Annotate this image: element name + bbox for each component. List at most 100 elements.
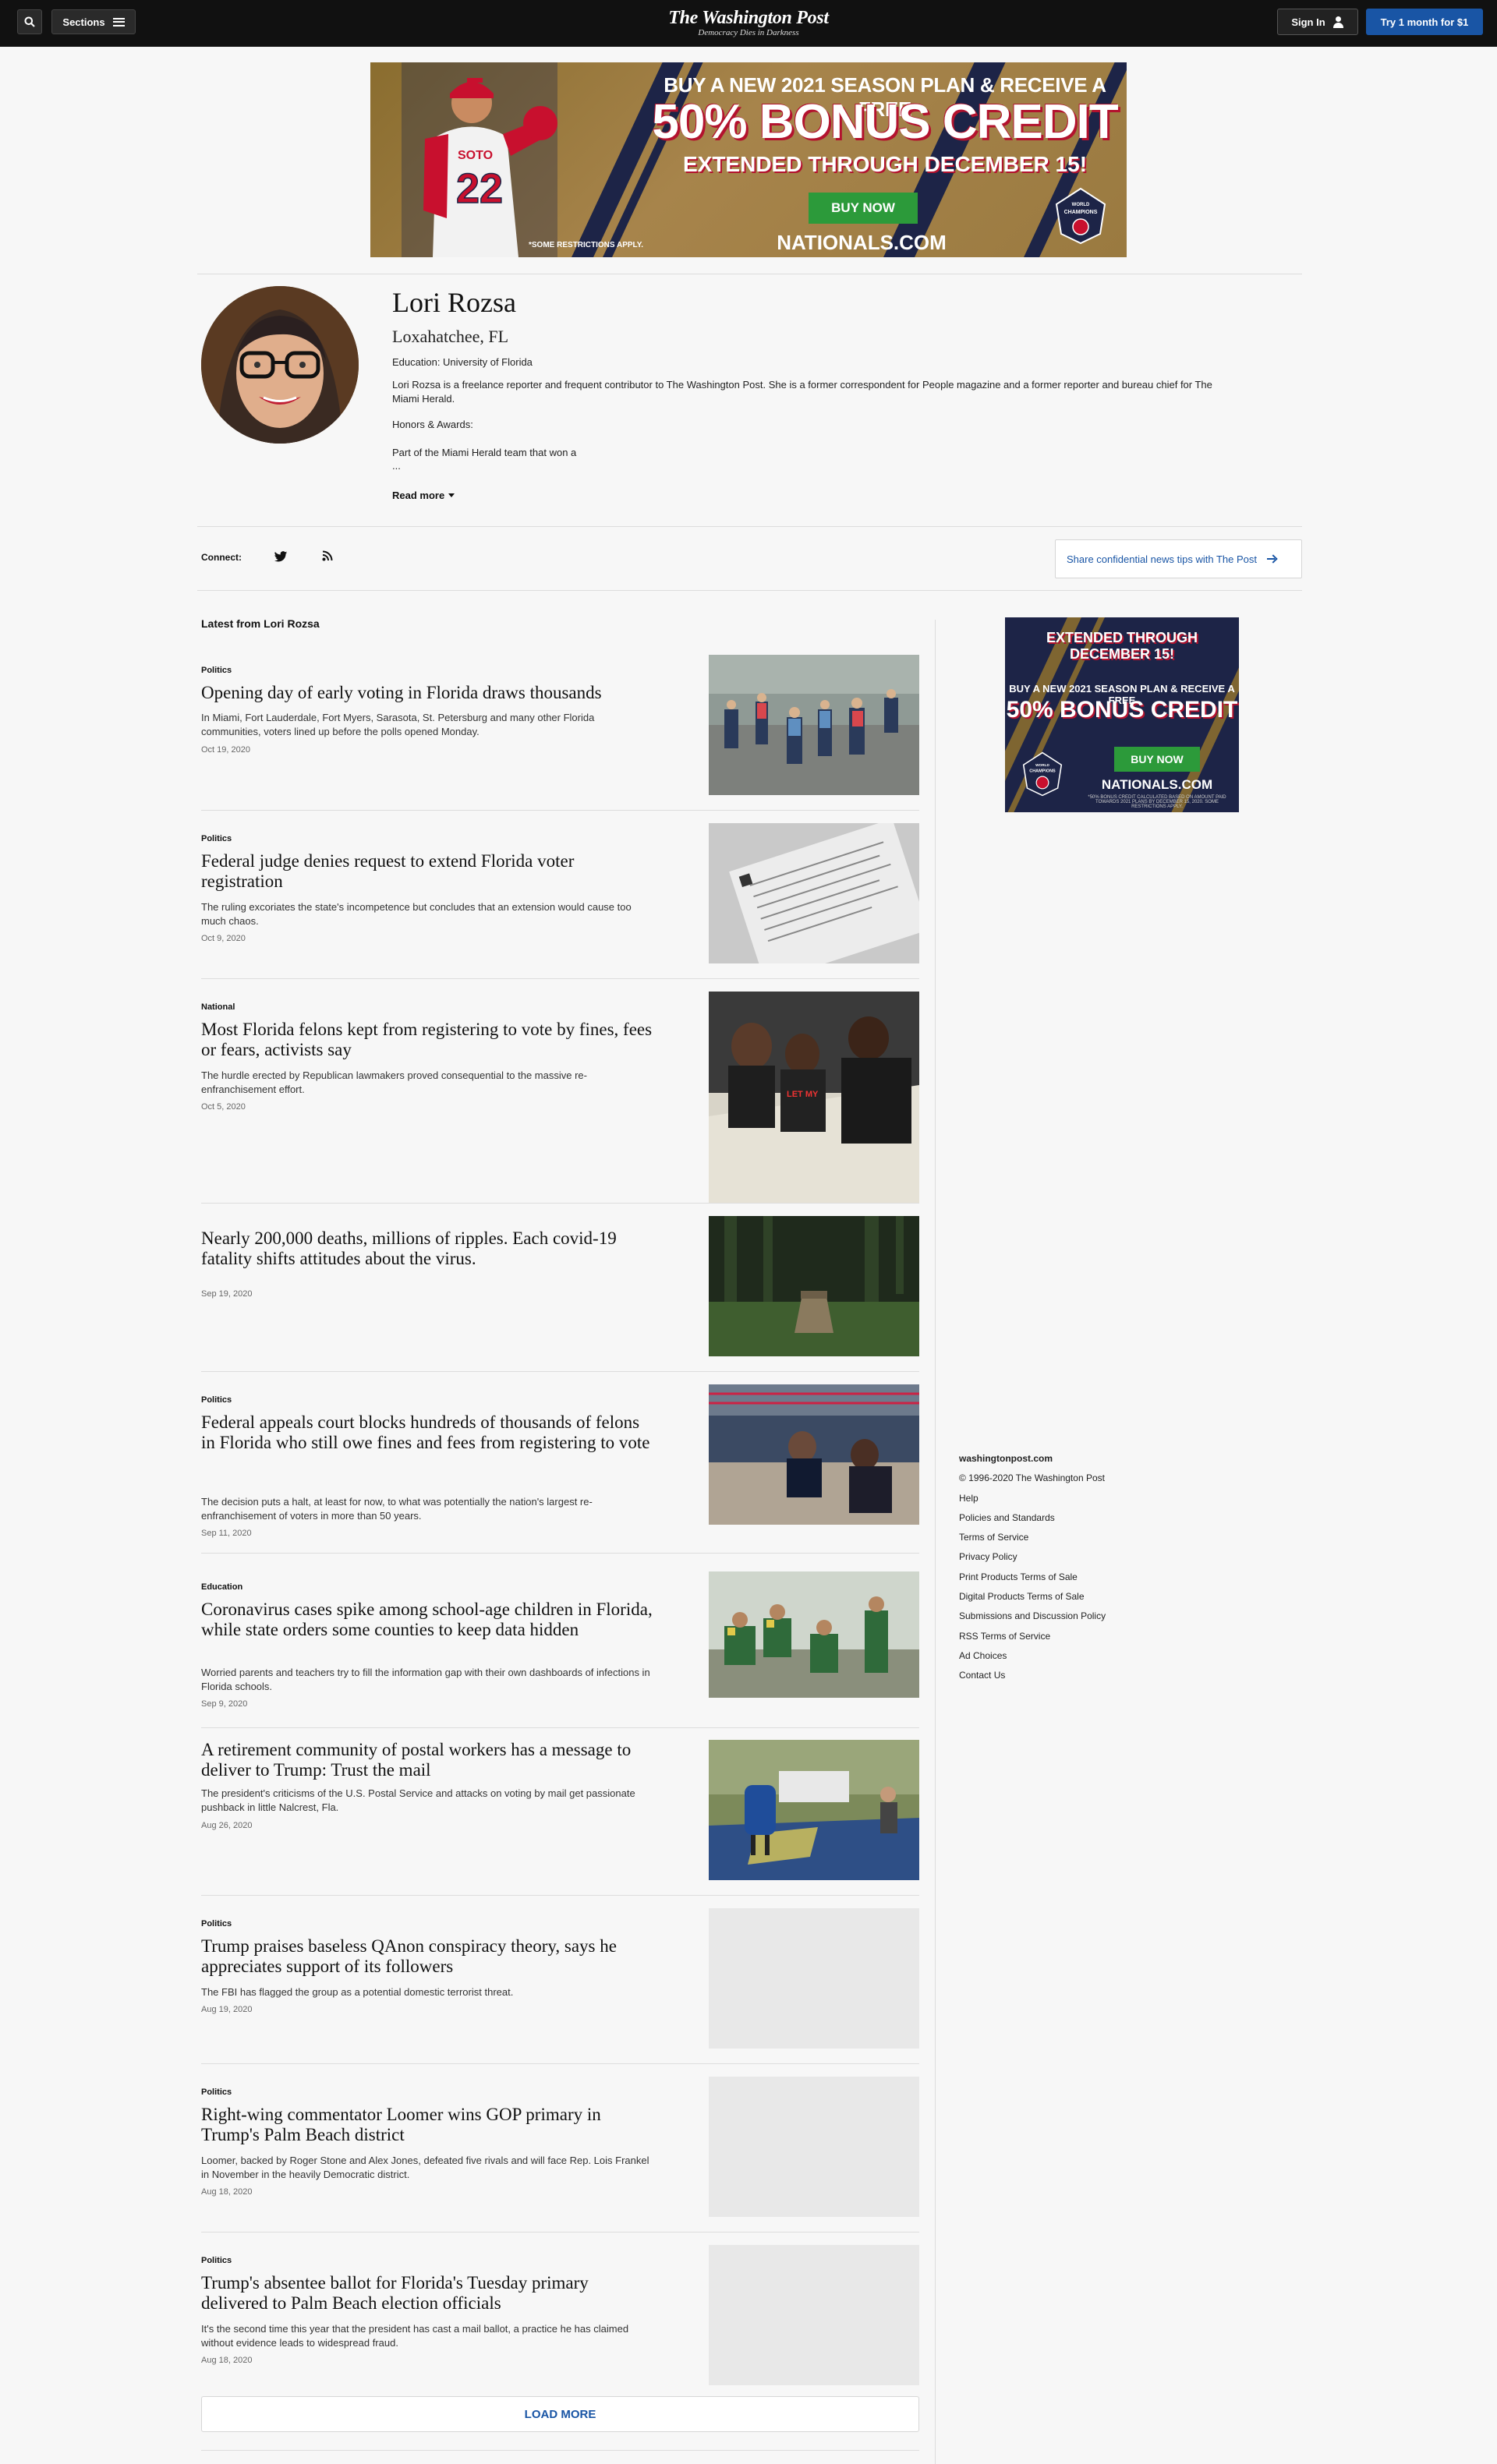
article-kicker[interactable]: National bbox=[201, 1002, 235, 1012]
read-more-button[interactable]: Read more bbox=[392, 490, 455, 501]
arrow-right-icon bbox=[1266, 553, 1277, 564]
author-bio: Lori Rozsa is a freelance reporter and f… bbox=[392, 379, 1212, 405]
article-thumbnail[interactable] bbox=[709, 823, 919, 963]
leaderboard-ad[interactable]: 22 SOTO BUY A NEW 2021 SEASON PLAN & REC… bbox=[370, 62, 1127, 257]
footer-link-digital-terms[interactable]: Digital Products Terms of Sale bbox=[959, 1587, 1193, 1607]
search-button[interactable] bbox=[17, 9, 42, 34]
world-champions-badge-icon: WORLD CHAMPIONS bbox=[1055, 187, 1106, 245]
article-date: Oct 9, 2020 bbox=[201, 934, 246, 943]
column-divider bbox=[935, 620, 936, 2464]
article-headline[interactable]: Nearly 200,000 deaths, millions of rippl… bbox=[201, 1228, 653, 1269]
ad-side-buy-now-button[interactable]: BUY NOW bbox=[1114, 747, 1200, 772]
article-item: Politics Federal appeals court blocks hu… bbox=[201, 1384, 919, 1554]
article-date: Aug 18, 2020 bbox=[201, 2187, 253, 2197]
author-name: Lori Rozsa bbox=[392, 287, 516, 318]
connect-label: Connect: bbox=[201, 552, 242, 563]
ad-side-line-3: 50% BONUS CREDIT bbox=[1006, 697, 1238, 723]
ad-side-url: NATIONALS.COM bbox=[1101, 777, 1213, 792]
article-kicker[interactable]: Politics bbox=[201, 2256, 232, 2265]
article-blurb: The hurdle erected by Republican lawmake… bbox=[201, 1069, 587, 1095]
tips-label: Share confidential news tips with The Po… bbox=[1067, 553, 1258, 565]
baseball-player-image: 22 SOTO bbox=[402, 62, 557, 257]
article-item: Politics Opening day of early voting in … bbox=[201, 655, 919, 811]
footer: washingtonpost.com © 1996-2020 The Washi… bbox=[959, 1449, 1193, 1686]
article-headline[interactable]: Trump's absentee ballot for Florida's Tu… bbox=[201, 2273, 653, 2314]
sign-in-button[interactable]: Sign In bbox=[1277, 9, 1358, 35]
article-date: Sep 19, 2020 bbox=[201, 1289, 253, 1299]
subscribe-button[interactable]: Try 1 month for $1 bbox=[1366, 9, 1483, 35]
article-blurb: Worried parents and teachers try to fill… bbox=[201, 1667, 650, 1692]
sidebar-ad[interactable]: EXTENDED THROUGH DECEMBER 15! BUY A NEW 2… bbox=[1005, 617, 1239, 812]
article-item: Nearly 200,000 deaths, millions of rippl… bbox=[201, 1216, 919, 1372]
article-item: Politics Federal judge denies request to… bbox=[201, 823, 919, 979]
footer-link-terms[interactable]: Terms of Service bbox=[959, 1528, 1193, 1547]
svg-text:CHAMPIONS: CHAMPIONS bbox=[1029, 769, 1056, 774]
article-date: Sep 9, 2020 bbox=[201, 1699, 248, 1709]
logo-text: The Washington Post bbox=[668, 8, 829, 28]
article-thumbnail[interactable] bbox=[709, 1216, 919, 1356]
ad-headline-2: 50% BONUS CREDIT bbox=[652, 95, 1118, 149]
article-thumbnail[interactable]: LET MY bbox=[709, 992, 919, 1204]
share-news-tips-button[interactable]: Share confidential news tips with The Po… bbox=[1055, 539, 1302, 578]
article-kicker[interactable]: Education bbox=[201, 1582, 242, 1592]
hamburger-icon bbox=[112, 17, 125, 27]
load-more-button[interactable]: LOAD MORE bbox=[201, 2396, 919, 2432]
ad-buy-now-button[interactable]: BUY NOW bbox=[809, 193, 918, 224]
ad-restrictions: *SOME RESTRICTIONS APPLY. bbox=[529, 241, 644, 249]
article-item: Politics Trump's absentee ballot for Flo… bbox=[201, 2245, 919, 2385]
article-headline[interactable]: Federal appeals court blocks hundreds of… bbox=[201, 1412, 653, 1453]
footer-link-submissions[interactable]: Submissions and Discussion Policy bbox=[959, 1607, 1193, 1626]
jersey-number: 22 bbox=[456, 165, 503, 212]
article-thumbnail[interactable] bbox=[709, 1740, 919, 1880]
masthead-logo[interactable]: The Washington Post Democracy Dies in Da… bbox=[593, 8, 904, 37]
ad-headline-3: EXTENDED THROUGH DECEMBER 15! bbox=[682, 152, 1088, 176]
article-blurb: The decision puts a halt, at least for n… bbox=[201, 1496, 593, 1522]
svg-text:WORLD: WORLD bbox=[1072, 203, 1090, 207]
article-blurb: Loomer, backed by Roger Stone and Alex J… bbox=[201, 2155, 649, 2180]
jersey-name: SOTO bbox=[458, 149, 493, 162]
sections-label: Sections bbox=[62, 16, 105, 28]
svg-text:LET MY: LET MY bbox=[787, 1090, 819, 1099]
footer-site[interactable]: washingtonpost.com bbox=[959, 1449, 1193, 1469]
article-headline[interactable]: Coronavirus cases spike among school-age… bbox=[201, 1600, 653, 1640]
footer-link-print-terms[interactable]: Print Products Terms of Sale bbox=[959, 1568, 1193, 1587]
svg-text:CHAMPIONS: CHAMPIONS bbox=[1064, 210, 1098, 215]
rss-icon[interactable] bbox=[322, 550, 333, 561]
article-blurb: The FBI has flagged the group as a poten… bbox=[201, 1986, 514, 1998]
latest-heading: Latest from Lori Rozsa bbox=[201, 617, 320, 630]
article-blurb: The ruling excoriates the state's incomp… bbox=[201, 901, 632, 927]
article-blurb: The president's criticisms of the U.S. P… bbox=[201, 1787, 635, 1813]
footer-link-contact[interactable]: Contact Us bbox=[959, 1666, 1193, 1685]
article-kicker[interactable]: Politics bbox=[201, 1919, 232, 1928]
twitter-icon[interactable] bbox=[274, 551, 288, 563]
footer-link-privacy[interactable]: Privacy Policy bbox=[959, 1547, 1193, 1567]
article-kicker[interactable]: Politics bbox=[201, 666, 232, 675]
footer-link-policies[interactable]: Policies and Standards bbox=[959, 1508, 1193, 1528]
article-headline[interactable]: Federal judge denies request to extend F… bbox=[201, 851, 653, 892]
article-headline[interactable]: Right-wing commentator Loomer wins GOP p… bbox=[201, 2105, 653, 2145]
sections-button[interactable]: Sections bbox=[51, 9, 136, 34]
svg-text:WORLD: WORLD bbox=[1035, 763, 1049, 767]
article-kicker[interactable]: Politics bbox=[201, 834, 232, 843]
article-headline[interactable]: Most Florida felons kept from registerin… bbox=[201, 1020, 653, 1060]
footer-link-help[interactable]: Help bbox=[959, 1489, 1193, 1508]
article-date: Aug 26, 2020 bbox=[201, 1821, 253, 1830]
article-kicker[interactable]: Politics bbox=[201, 1395, 232, 1405]
article-date: Sep 11, 2020 bbox=[201, 1529, 252, 1538]
article-kicker[interactable]: Politics bbox=[201, 2088, 232, 2097]
sign-in-label: Sign In bbox=[1291, 16, 1325, 28]
article-date: Aug 19, 2020 bbox=[201, 2005, 253, 2014]
article-thumbnail[interactable] bbox=[709, 1571, 919, 1698]
article-headline[interactable]: A retirement community of postal workers… bbox=[201, 1740, 653, 1780]
author-avatar bbox=[201, 286, 359, 444]
article-headline[interactable]: Trump praises baseless QAnon conspiracy … bbox=[201, 1936, 653, 1977]
article-headline[interactable]: Opening day of early voting in Florida d… bbox=[201, 683, 653, 703]
article-thumbnail[interactable] bbox=[709, 1384, 919, 1525]
footer-link-ad-choices[interactable]: Ad Choices bbox=[959, 1646, 1193, 1666]
honors-label: Honors & Awards: bbox=[392, 419, 473, 430]
footer-copyright: © 1996-2020 The Washington Post bbox=[959, 1472, 1105, 1484]
article-thumbnail[interactable] bbox=[709, 655, 919, 795]
article-item: A retirement community of postal workers… bbox=[201, 1740, 919, 1896]
footer-link-rss-terms[interactable]: RSS Terms of Service bbox=[959, 1627, 1193, 1646]
ad-side-fine-print: *50% BONUS CREDIT CALCULATED BASED ON AM… bbox=[1088, 795, 1226, 809]
